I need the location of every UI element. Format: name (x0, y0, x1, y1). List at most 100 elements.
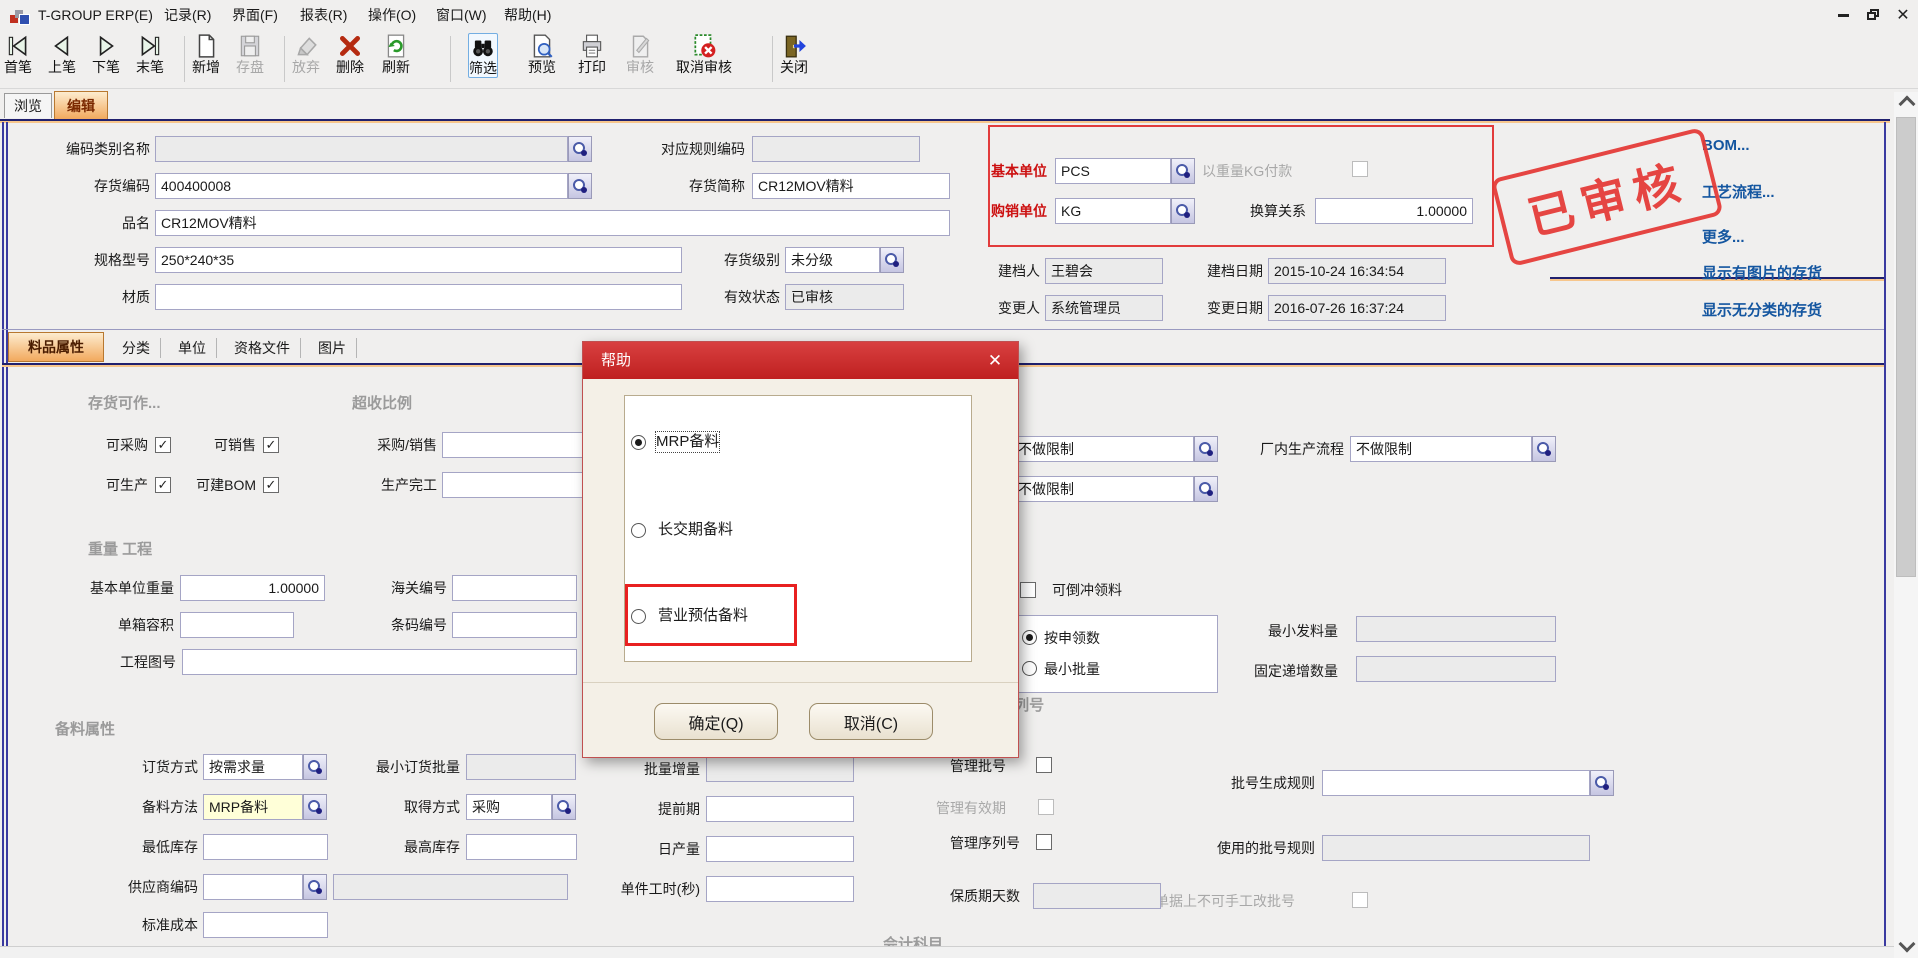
menu-operation[interactable]: 操作(O) (364, 5, 420, 25)
toolbar-filter-button[interactable]: 筛选 (468, 33, 498, 78)
menu-record[interactable]: 记录(R) (160, 5, 215, 25)
manage-expiry-checkbox[interactable] (1038, 799, 1054, 815)
producible-checkbox[interactable] (155, 477, 171, 493)
production-ratio-input[interactable] (442, 472, 592, 498)
show-with-images-link[interactable]: 显示有图片的存货 (1702, 262, 1822, 283)
horizontal-scrollbar[interactable] (0, 946, 1894, 958)
toolbar-discard-button[interactable]: 放弃 (292, 33, 320, 76)
max-stock-input[interactable] (466, 834, 577, 860)
can-build-bom-checkbox[interactable] (263, 477, 279, 493)
spec-input[interactable]: 250*240*35 (155, 247, 682, 273)
purchase-sales-ratio-input[interactable] (442, 432, 592, 458)
issue-min-batch-radio[interactable] (1022, 661, 1037, 676)
toolbar-prev-button[interactable]: 上笔 (48, 33, 76, 76)
item-alias-input[interactable]: CR12MOV精料 (752, 173, 950, 199)
code-category-lookup-button[interactable] (568, 136, 592, 162)
customs-code-input[interactable] (452, 575, 577, 601)
factory-flow-lookup-button[interactable] (1532, 436, 1556, 462)
ok-button[interactable]: 确定(Q) (654, 703, 778, 740)
pay-by-weight-checkbox[interactable] (1352, 161, 1368, 177)
more-link[interactable]: 更多... (1702, 226, 1745, 247)
no-manual-batch-checkbox[interactable] (1352, 892, 1368, 908)
material-input[interactable] (155, 284, 682, 310)
tab-browse[interactable]: 浏览 (4, 93, 52, 118)
toolbar-next-button[interactable]: 下笔 (92, 33, 120, 76)
toolbar-close-button[interactable]: 关闭 (780, 33, 808, 76)
code-category-input[interactable] (155, 136, 568, 162)
unit-hours-input[interactable] (706, 876, 854, 902)
dialog-close-icon[interactable]: ✕ (984, 350, 1006, 372)
manage-serial-checkbox[interactable] (1036, 834, 1052, 850)
manage-batch-checkbox[interactable] (1036, 757, 1052, 773)
menu-help[interactable]: 帮助(H) (500, 5, 555, 25)
min-stock-input[interactable] (203, 834, 328, 860)
shelf-days-input[interactable] (1033, 883, 1161, 909)
supplier-lookup-button[interactable] (303, 874, 327, 900)
option-mrp-label[interactable]: MRP备料 (656, 432, 719, 452)
grade-input[interactable]: 未分级 (785, 247, 880, 273)
order-mode-lookup-button[interactable] (303, 754, 327, 780)
base-unit-input[interactable]: PCS (1055, 158, 1171, 184)
close-icon[interactable]: ✕ (1892, 6, 1914, 24)
trade-unit-input[interactable]: KG (1055, 198, 1171, 224)
base-unit-lookup-button[interactable] (1171, 158, 1195, 184)
restore-icon[interactable] (1862, 6, 1884, 24)
factory-flow-dropdown[interactable]: 不做限制 (1350, 436, 1532, 462)
min-order-input[interactable] (466, 754, 576, 780)
menu-app[interactable]: T-GROUP ERP(E) (34, 5, 157, 25)
grade-lookup-button[interactable] (880, 247, 904, 273)
toolbar-first-button[interactable]: 首笔 (4, 33, 32, 76)
show-unclassified-link[interactable]: 显示无分类的存货 (1702, 299, 1822, 320)
std-cost-input[interactable] (203, 912, 328, 938)
issue-by-request-radio[interactable] (1022, 630, 1037, 645)
toolbar-delete-button[interactable]: 删除 (336, 33, 364, 76)
toolbar-print-button[interactable]: 打印 (578, 33, 606, 76)
minimize-icon[interactable] (1832, 6, 1854, 24)
trade-unit-lookup-button[interactable] (1171, 198, 1195, 224)
prep-method-lookup-button[interactable] (303, 794, 327, 820)
restrict-dropdown-1[interactable]: 不做限制 (1012, 436, 1194, 462)
batch-increment-input[interactable] (706, 756, 854, 782)
lead-time-input[interactable] (706, 796, 854, 822)
tab-classification[interactable]: 分类 (112, 338, 161, 358)
toolbar-new-button[interactable]: 新增 (192, 33, 220, 76)
tab-item-properties[interactable]: 料品属性 (8, 332, 104, 362)
tab-qualification[interactable]: 资格文件 (224, 338, 301, 358)
acquire-mode-lookup-button[interactable] (552, 794, 576, 820)
menu-report[interactable]: 报表(R) (296, 5, 351, 25)
purchasable-checkbox[interactable] (155, 437, 171, 453)
box-volume-input[interactable] (180, 612, 294, 638)
option-long-leadtime-radio[interactable] (631, 523, 646, 538)
option-mrp-radio[interactable] (631, 435, 646, 450)
batch-rule-dropdown[interactable] (1322, 770, 1590, 796)
rule-code-input[interactable] (752, 136, 920, 162)
barcode-input[interactable] (452, 612, 577, 638)
toolbar-save-button[interactable]: 存盘 (236, 33, 264, 76)
scrollbar-thumb[interactable] (1896, 117, 1916, 577)
toolbar-last-button[interactable]: 末笔 (136, 33, 164, 76)
drawing-no-input[interactable] (182, 649, 577, 675)
menu-window[interactable]: 窗口(W) (432, 5, 491, 25)
tab-units[interactable]: 单位 (168, 338, 217, 358)
tab-images[interactable]: 图片 (308, 338, 357, 358)
toolbar-cancel-audit-button[interactable]: 取消审核 (676, 33, 732, 76)
daily-output-input[interactable] (706, 836, 854, 862)
cancel-button[interactable]: 取消(C) (809, 703, 933, 740)
sellable-checkbox[interactable] (263, 437, 279, 453)
option-long-leadtime-label[interactable]: 长交期备料 (658, 520, 733, 540)
restrict-1-lookup-button[interactable] (1194, 436, 1218, 462)
restrict-dropdown-2[interactable]: 不做限制 (1012, 476, 1194, 502)
fixed-increment-input[interactable] (1356, 656, 1556, 682)
toolbar-preview-button[interactable]: 预览 (528, 33, 556, 76)
min-issue-input[interactable] (1356, 616, 1556, 642)
conversion-input[interactable]: 1.00000 (1315, 198, 1473, 224)
supplier-code-input[interactable] (203, 874, 303, 900)
acquire-mode-dropdown[interactable]: 采购 (466, 794, 552, 820)
bom-link[interactable]: BOM... (1702, 137, 1750, 154)
unit-weight-input[interactable]: 1.00000 (180, 575, 325, 601)
restrict-2-lookup-button[interactable] (1194, 476, 1218, 502)
prep-method-dropdown[interactable]: MRP备料 (203, 794, 303, 820)
product-name-input[interactable]: CR12MOV精料 (155, 210, 950, 236)
tab-edit[interactable]: 编辑 (54, 91, 108, 119)
backflush-checkbox[interactable] (1020, 582, 1036, 598)
